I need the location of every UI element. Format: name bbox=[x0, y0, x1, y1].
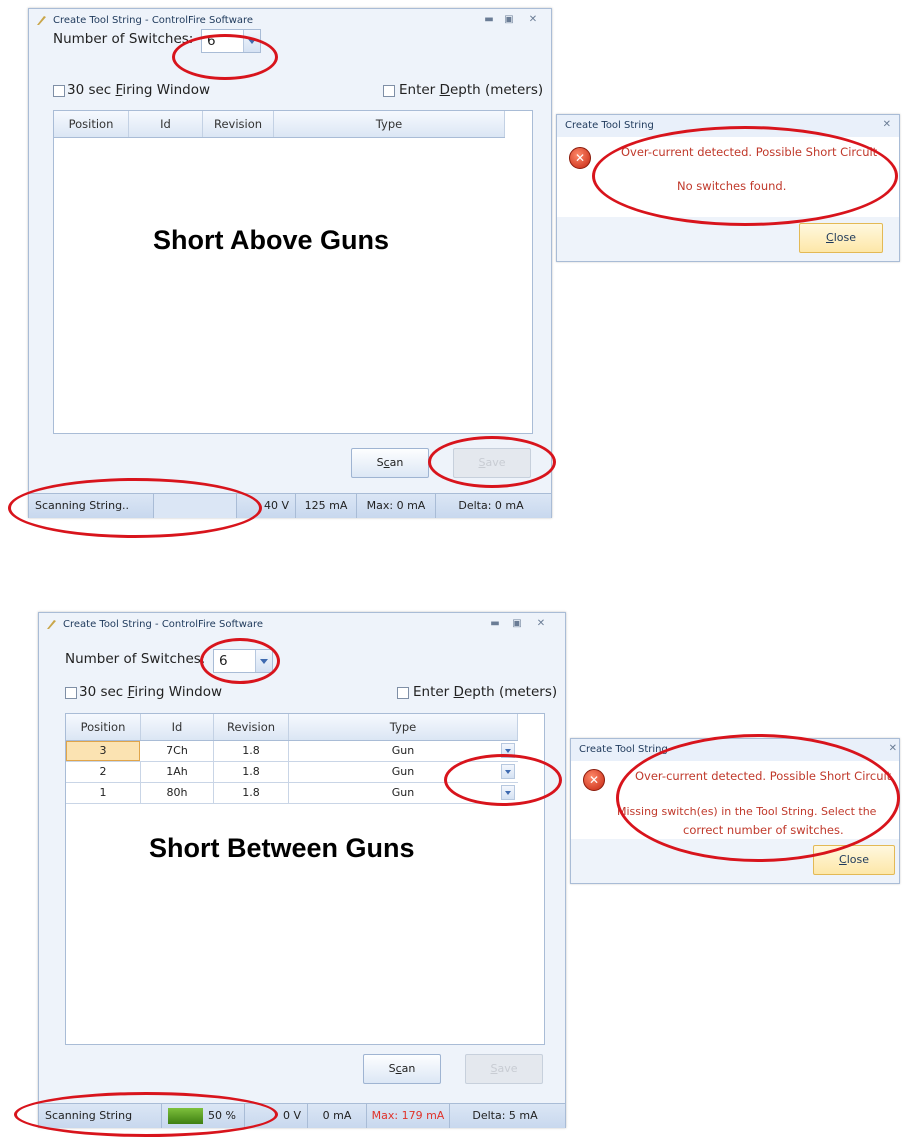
cell-position[interactable]: 3 bbox=[66, 741, 140, 761]
table-row[interactable]: 3 7Ch 1.8 Gun bbox=[66, 741, 518, 762]
cell-id[interactable]: 80h bbox=[141, 783, 214, 803]
dialog-close-icon[interactable]: ✕ bbox=[883, 119, 891, 130]
firing-window-checkbox[interactable] bbox=[65, 687, 77, 699]
header-id[interactable]: Id bbox=[141, 714, 214, 740]
annotation-ring bbox=[616, 734, 900, 862]
app-icon bbox=[47, 620, 56, 629]
num-switches-label: Number of Switches: bbox=[53, 31, 194, 47]
close-icon[interactable]: ✕ bbox=[533, 617, 549, 631]
firing-window-checkbox[interactable] bbox=[53, 85, 65, 97]
top-overlay-label: Short Above Guns bbox=[153, 225, 390, 255]
bottom-status-current: 0 mA bbox=[308, 1104, 367, 1128]
cell-position[interactable]: 2 bbox=[66, 762, 141, 782]
top-status-max: Max: 0 mA bbox=[357, 494, 436, 518]
close-icon[interactable]: ✕ bbox=[525, 13, 541, 27]
header-revision[interactable]: Revision bbox=[203, 111, 274, 137]
annotation-ring bbox=[592, 126, 898, 226]
header-type[interactable]: Type bbox=[274, 111, 505, 137]
top-grid-header: Position Id Revision Type bbox=[54, 111, 505, 138]
error-icon: ✕ bbox=[583, 769, 605, 791]
error-icon: ✕ bbox=[569, 147, 591, 169]
bottom-title-bar[interactable]: Create Tool String - ControlFire Softwar… bbox=[39, 613, 565, 637]
cell-revision[interactable]: 1.8 bbox=[214, 762, 289, 782]
app-icon bbox=[37, 16, 46, 25]
firing-window-label: 30 sec Firing Window bbox=[79, 684, 223, 700]
annotation-ring bbox=[14, 1092, 278, 1137]
cell-revision[interactable]: 1.8 bbox=[214, 783, 289, 803]
maximize-icon[interactable]: ▣ bbox=[501, 13, 517, 27]
cell-id[interactable]: 1Ah bbox=[141, 762, 214, 782]
scan-button[interactable]: Scan bbox=[363, 1054, 441, 1084]
header-position[interactable]: Position bbox=[66, 714, 141, 740]
bottom-grid-header: Position Id Revision Type bbox=[66, 714, 518, 741]
bottom-window: Create Tool String - ControlFire Softwar… bbox=[38, 612, 566, 1128]
dialog-close-icon[interactable]: ✕ bbox=[889, 743, 897, 754]
save-button[interactable]: Save bbox=[465, 1054, 543, 1084]
bottom-overlay-label: Short Between Guns bbox=[149, 833, 415, 863]
depth-label: Enter Depth (meters) bbox=[413, 684, 558, 700]
annotation-ring bbox=[200, 638, 280, 684]
annotation-ring bbox=[172, 34, 278, 80]
header-id[interactable]: Id bbox=[129, 111, 203, 137]
top-dialog-close-button[interactable]: Close bbox=[799, 223, 883, 253]
top-status-current: 125 mA bbox=[296, 494, 357, 518]
bottom-window-title: Create Tool String - ControlFire Softwar… bbox=[63, 619, 264, 630]
maximize-icon[interactable]: ▣ bbox=[509, 617, 525, 631]
header-position[interactable]: Position bbox=[54, 111, 129, 137]
num-switches-label: Number of Switches: bbox=[65, 651, 206, 667]
annotation-ring bbox=[8, 478, 262, 538]
annotation-ring bbox=[428, 436, 556, 488]
top-status-delta: Delta: 0 mA bbox=[458, 499, 524, 512]
minimize-icon[interactable]: ▬ bbox=[481, 13, 497, 27]
cell-id[interactable]: 7Ch bbox=[141, 741, 214, 761]
top-window-title: Create Tool String - ControlFire Softwar… bbox=[53, 15, 254, 26]
header-revision[interactable]: Revision bbox=[214, 714, 289, 740]
top-scan-button[interactable]: Scan bbox=[351, 448, 429, 478]
header-type[interactable]: Type bbox=[289, 714, 518, 740]
depth-checkbox[interactable] bbox=[397, 687, 409, 699]
cell-revision[interactable]: 1.8 bbox=[214, 741, 289, 761]
top-dialog-title: Create Tool String bbox=[565, 120, 654, 131]
minimize-icon[interactable]: ▬ bbox=[487, 617, 503, 631]
top-switch-grid[interactable]: Position Id Revision Type bbox=[53, 110, 533, 434]
depth-label: Enter Depth (meters) bbox=[399, 82, 544, 98]
top-title-bar[interactable]: Create Tool String - ControlFire Softwar… bbox=[29, 9, 551, 33]
firing-window-label: 30 sec Firing Window bbox=[67, 82, 211, 98]
depth-checkbox[interactable] bbox=[383, 85, 395, 97]
bottom-status-delta: Delta: 5 mA bbox=[472, 1109, 538, 1122]
annotation-ring bbox=[444, 754, 562, 806]
bottom-status-max: Max: 179 mA bbox=[367, 1104, 450, 1128]
cell-position[interactable]: 1 bbox=[66, 783, 141, 803]
